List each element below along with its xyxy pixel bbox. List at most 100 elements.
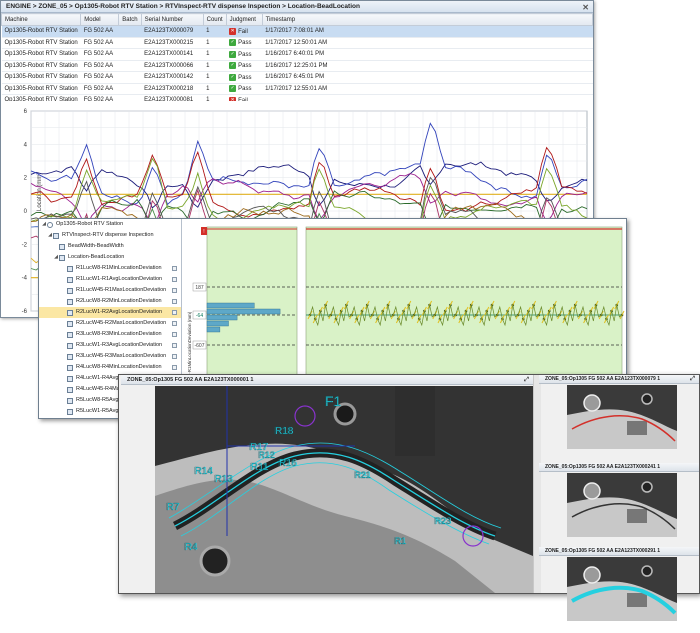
- measurement-icon: [67, 331, 73, 338]
- tree-item-checkbox[interactable]: [172, 354, 177, 359]
- tree-item-label: R3LucW8-R3MinLocationDeviation: [76, 331, 162, 337]
- measurement-icon: [67, 287, 73, 294]
- cell-count: 1: [203, 37, 227, 49]
- cell-model: FG 502 AA: [80, 60, 119, 72]
- tree-node-beadwidth[interactable]: BeadWidth-BeadWidth: [39, 241, 181, 252]
- bolt-hole: [641, 481, 653, 493]
- fail-icon: ✕: [229, 27, 237, 35]
- tree-node-inspection[interactable]: ◢ RTVInspect-RTV dispense Inspection: [39, 230, 181, 241]
- measurement-icon: [67, 265, 73, 272]
- limit-label: -64: [196, 313, 203, 319]
- cell-batch: [118, 71, 142, 84]
- expand-icon[interactable]: ⤢: [524, 375, 529, 384]
- tree-item[interactable]: R1LucW8-R1MinLocationDeviation: [39, 263, 181, 274]
- cell-count: 1: [203, 60, 227, 72]
- tree-item-checkbox[interactable]: [172, 310, 177, 315]
- limit-label: 187: [195, 285, 204, 291]
- cell-judgment: ✓ Pass: [226, 60, 263, 72]
- pin-icon[interactable]: ✕: [582, 2, 589, 14]
- tree-item[interactable]: R2LucW1-R2AvgLocationDeviation: [39, 307, 181, 318]
- column-header-serial[interactable]: Serial Number: [140, 13, 204, 26]
- part-feature: [583, 566, 601, 584]
- records-table: Machine Model Batch Serial Number Count …: [0, 13, 594, 107]
- table-row[interactable]: Op1305-Robot RTV Station FG 502 AA E2A123T…: [1, 60, 593, 72]
- image-viewer-window: ZONE_05:Op1305 FG 502 AA E2A123TX000001 …: [118, 374, 700, 621]
- tree-item[interactable]: R3LucW8-R3MinLocationDeviation: [39, 329, 181, 340]
- y-tick-label: -4: [22, 276, 28, 282]
- histogram-bar: [206, 320, 229, 327]
- thumbnail-item[interactable]: ZONE_05:Op1305 FG 502 AA E2A123TX000291 …: [539, 547, 699, 633]
- table-row[interactable]: Op1305-Robot RTV Station FG 502 AA E2A123T…: [1, 83, 593, 95]
- tree-item-checkbox[interactable]: [172, 321, 177, 326]
- thumbnail-image[interactable]: [567, 385, 677, 449]
- tree-node-root[interactable]: ◢ Op1305-Robot RTV Station: [39, 219, 181, 230]
- cell-machine: Op1305-Robot RTV Station: [1, 37, 81, 49]
- tree-item[interactable]: R3LucW45-R3MaxLocationDeviation: [39, 351, 181, 362]
- table-row[interactable]: Op1305-Robot RTV Station FG 502 AA E2A123T…: [1, 37, 593, 49]
- tree-item-checkbox[interactable]: [172, 277, 177, 282]
- measurement-icon: [67, 353, 73, 360]
- tree-item[interactable]: R2LucW45-R2MaxLocationDeviation: [39, 318, 181, 329]
- column-header-judgment[interactable]: Judgment: [225, 13, 263, 26]
- main-image-title-text: ZONE_05:Op1305 FG 502 AA E2A123TX000001 …: [127, 377, 254, 383]
- judgment-text: Pass: [238, 51, 252, 58]
- tree-item[interactable]: R3LucW1-R3AvgLocationDeviation: [39, 340, 181, 351]
- tree-node-label: Op1305-Robot RTV Station: [56, 221, 124, 227]
- tree-node-location[interactable]: ◢ Location-BeadLocation: [39, 252, 181, 263]
- cell-timestamp: 1/16/2017 12:25:01 PM: [262, 60, 593, 72]
- tree-node-label: BeadWidth-BeadWidth: [68, 243, 124, 249]
- y-tick-label: -6: [22, 309, 28, 315]
- bolt-hole: [199, 545, 231, 577]
- column-header-count[interactable]: Count: [202, 13, 227, 26]
- judgment-text: Pass: [238, 86, 252, 93]
- thumbnail-image[interactable]: [567, 557, 677, 621]
- thumbnail-title: ZONE_05:Op1305 FG 502 AA E2A123TX000241 …: [539, 463, 699, 472]
- feature-icon: [59, 254, 65, 261]
- expand-icon[interactable]: ⤢: [690, 375, 695, 383]
- main-image-panel: ZONE_05:Op1305 FG 502 AA E2A123TX000001 …: [121, 375, 533, 593]
- part-feature: [627, 593, 647, 607]
- tree-item[interactable]: R1LucW45-R1MaxLocationDeviation: [39, 285, 181, 296]
- part-feature: [583, 482, 601, 500]
- tree-item[interactable]: R4LucW8-R4MinLocationDeviation: [39, 362, 181, 373]
- tree-item-checkbox[interactable]: [172, 299, 177, 304]
- tree-item-checkbox[interactable]: [172, 288, 177, 293]
- column-header-batch[interactable]: Batch: [118, 13, 142, 26]
- cell-serial: E2A123TX000141: [141, 48, 204, 61]
- judgment-text: Pass: [238, 63, 252, 70]
- y-tick-label: -2: [22, 242, 28, 248]
- cell-judgment: ✕ Fail: [226, 25, 263, 38]
- region-label-outline: R16: [278, 458, 297, 469]
- column-header-model[interactable]: Model: [80, 13, 120, 26]
- tree-item-label: R1LucW45-R1MaxLocationDeviation: [76, 287, 167, 293]
- tree-item-checkbox[interactable]: [172, 365, 177, 370]
- region-label-outline: R23: [434, 516, 451, 526]
- tree-item[interactable]: R2LucW8-R2MinLocationDeviation: [39, 296, 181, 307]
- table-row[interactable]: Op1305-Robot RTV Station FG 502 AA E2A123T…: [1, 48, 593, 61]
- region-label-outline: R14: [194, 466, 213, 477]
- cell-timestamp: 1/17/2017 7:08:01 AM: [262, 25, 593, 38]
- thumbnail-image[interactable]: [567, 473, 677, 537]
- tree-item-checkbox[interactable]: [172, 343, 177, 348]
- inspection-image-drawing: F1F1R18R18R17R17R12R12R16R16R14R14R13R13…: [155, 386, 533, 593]
- tree-item-label: R3LucW45-R3MaxLocationDeviation: [76, 353, 167, 359]
- cell-timestamp: 1/16/2017 6:45:01 PM: [262, 71, 593, 84]
- column-header-timestamp[interactable]: Timestamp: [261, 13, 594, 26]
- table-row[interactable]: Op1305-Robot RTV Station FG 502 AA E2A123T…: [1, 25, 593, 38]
- cell-timestamp: 1/17/2017 12:50:01 AM: [262, 37, 593, 49]
- tree-item-label: R1LucW1-R1AvgLocationDeviation: [76, 276, 163, 282]
- cell-model: FG 502 AA: [80, 83, 119, 95]
- thumbnail-item[interactable]: ZONE_05:Op1305 FG 502 AA E2A123TX000241 …: [539, 463, 699, 549]
- thumbnail-item[interactable]: ZONE_05:Op1305 FG 502 AA E2A123TX000079 …: [539, 375, 699, 461]
- region-label-outline: R21: [354, 470, 371, 480]
- cell-machine: Op1305-Robot RTV Station: [1, 71, 81, 84]
- column-header-machine[interactable]: Machine: [0, 13, 82, 26]
- tree-item-checkbox[interactable]: [172, 332, 177, 337]
- cell-model: FG 502 AA: [80, 25, 119, 38]
- tree-item[interactable]: R1LucW1-R1AvgLocationDeviation: [39, 274, 181, 285]
- cell-judgment: ✓ Pass: [226, 37, 263, 49]
- cell-batch: [118, 37, 142, 49]
- table-row[interactable]: Op1305-Robot RTV Station FG 502 AA E2A123T…: [1, 71, 593, 84]
- inspection-image[interactable]: F1 F1 R18 R18 R17 R17 R12 R12 R16 R16 R14 R14 R13 R13…: [155, 386, 533, 593]
- tree-item-checkbox[interactable]: [172, 266, 177, 271]
